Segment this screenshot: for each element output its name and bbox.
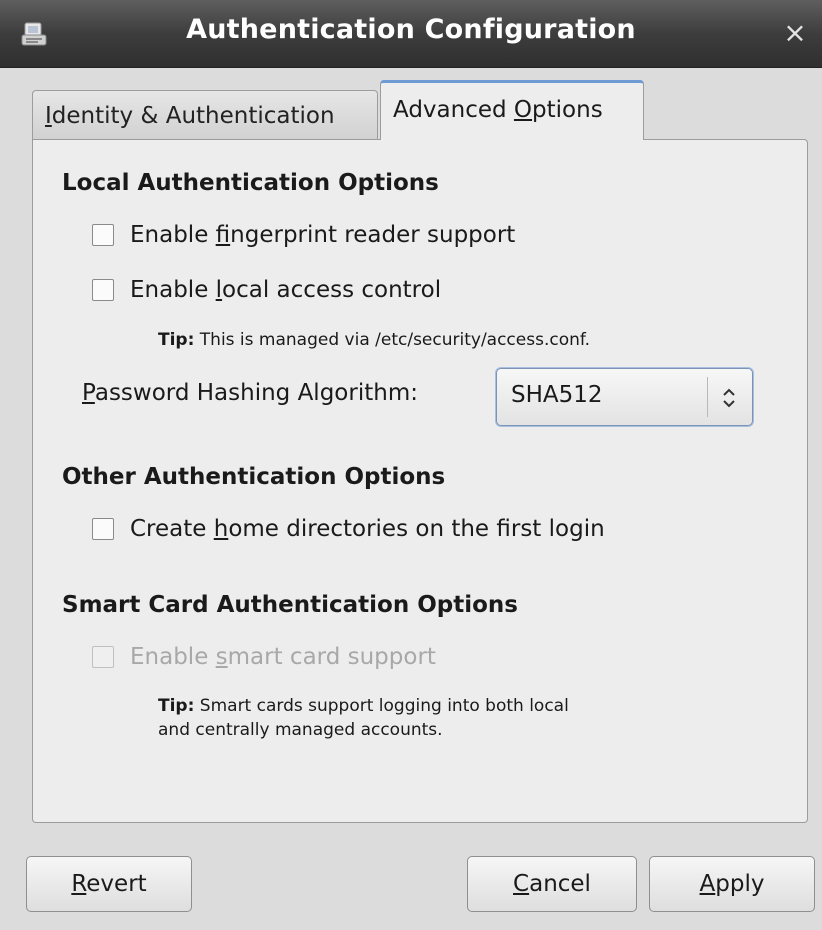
smart-card-label: Enable smart card support <box>130 644 436 670</box>
smart-card-tip-line1: Tip: Smart cards support logging into bo… <box>158 696 569 716</box>
fingerprint-checkbox[interactable] <box>92 224 114 246</box>
title-bar: Authentication Configuration × <box>0 0 822 68</box>
tab-label: Identity & Authentication <box>45 103 335 129</box>
select-separator <box>707 377 708 417</box>
select-value: SHA512 <box>511 382 603 408</box>
revert-button[interactable]: Revert <box>26 856 192 912</box>
password-hashing-label: Password Hashing Algorithm: <box>82 380 418 406</box>
cancel-button[interactable]: Cancel <box>467 856 637 912</box>
local-access-label: Enable local access control <box>130 277 442 303</box>
tab-label: Advanced Options <box>393 97 603 123</box>
home-dirs-label: Create home directories on the first log… <box>130 516 605 542</box>
close-button[interactable]: × <box>778 16 812 50</box>
tab-advanced-options[interactable]: Advanced Options <box>380 80 644 140</box>
smart-card-tip: Tip: Smart cards support logging into bo… <box>158 694 569 742</box>
local-access-tip: Tip: This is managed via /etc/security/a… <box>158 330 591 350</box>
apply-button[interactable]: Apply <box>649 856 815 912</box>
password-hashing-select[interactable]: SHA512 <box>496 368 753 426</box>
tab-identity-authentication[interactable]: Identity & Authentication <box>32 90 378 144</box>
local-auth-heading: Local Authentication Options <box>62 170 439 196</box>
fingerprint-label: Enable fingerprint reader support <box>130 222 516 248</box>
home-dirs-checkbox[interactable] <box>92 518 114 540</box>
smart-card-tip-line2: and centrally managed accounts. <box>158 720 443 740</box>
window-title: Authentication Configuration <box>186 14 636 45</box>
other-auth-heading: Other Authentication Options <box>62 464 446 490</box>
local-access-checkbox[interactable] <box>92 279 114 301</box>
close-icon: × <box>783 16 807 49</box>
smart-card-heading: Smart Card Authentication Options <box>62 592 518 618</box>
smart-card-checkbox <box>92 646 114 668</box>
up-down-arrows-icon <box>723 388 735 408</box>
